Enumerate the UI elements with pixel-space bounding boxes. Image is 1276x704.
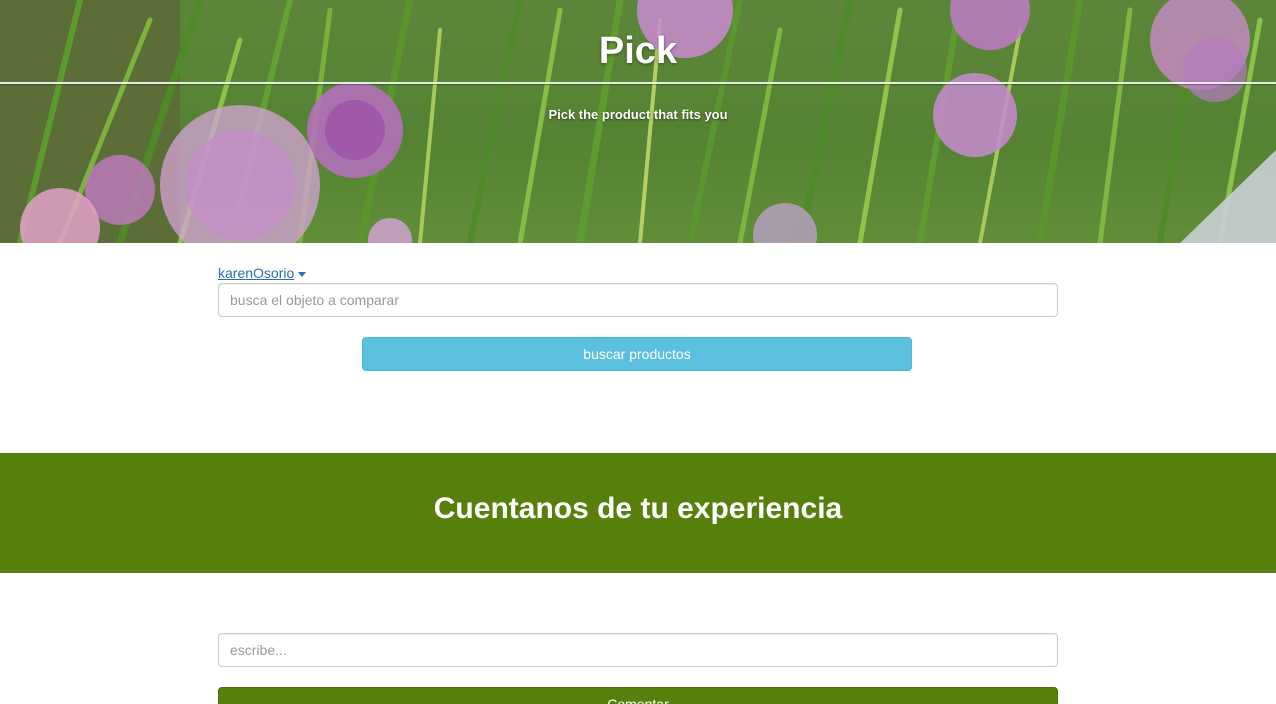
title-divider	[0, 82, 1276, 84]
page-subtitle: Pick the product that fits you	[548, 107, 728, 122]
product-search-input[interactable]	[218, 283, 1058, 317]
submit-comment-button[interactable]: Comentar	[218, 687, 1058, 704]
experience-heading: Cuentanos de tu experiencia	[433, 492, 843, 525]
caret-down-icon	[298, 271, 307, 277]
page-title: Pick	[598, 30, 678, 72]
username-label: karenOsorio	[218, 265, 295, 281]
user-menu-toggle[interactable]: karenOsorio	[218, 265, 307, 281]
hero-banner: Pick Pick the product that fits you	[0, 0, 1276, 243]
search-products-button[interactable]: buscar productos	[362, 337, 912, 371]
comment-input[interactable]	[218, 633, 1058, 667]
experience-banner: Cuentanos de tu experiencia	[0, 453, 1276, 573]
